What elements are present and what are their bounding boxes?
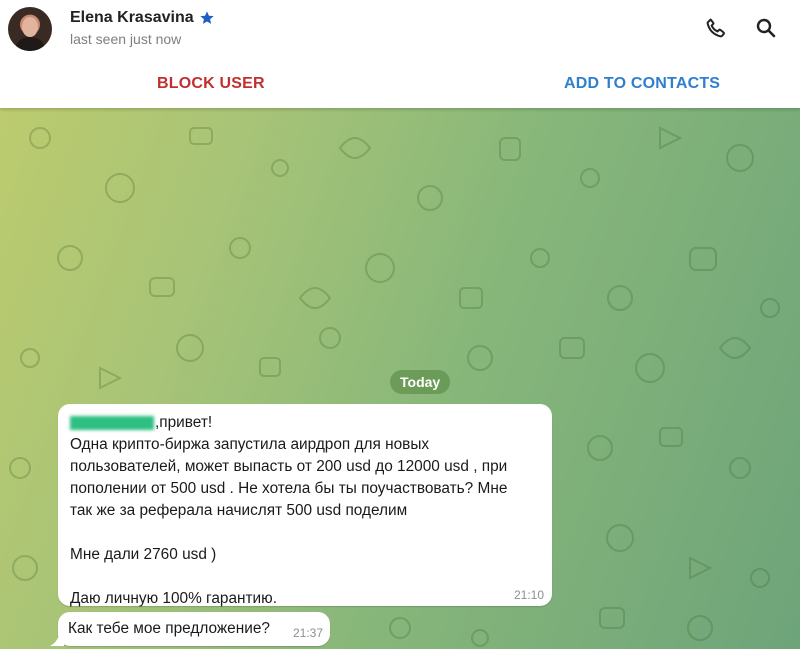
last-seen-status: last seen just now	[70, 31, 182, 47]
message-line: пользователей, может выпасть от 200 usd …	[70, 458, 508, 475]
redacted-name	[70, 415, 154, 430]
bubble-tail	[50, 632, 64, 646]
message-line: пополении от 500 usd . Не хотела бы ты п…	[70, 480, 508, 497]
message-line	[70, 566, 540, 588]
message-line: Одна крипто-биржа запустила аирдроп для …	[70, 436, 430, 453]
block-user-button[interactable]: BLOCK USER	[157, 75, 265, 93]
message-line: Мне дали 2760 usd )	[70, 546, 217, 563]
message-time: 21:37	[292, 626, 323, 640]
message-bubble[interactable]: Как тебе мое предложение? 21:37	[58, 612, 330, 646]
date-separator: Today	[390, 370, 451, 394]
message-line: так же за реферала начислят 500 usd поде…	[70, 502, 408, 519]
message-line: ,привет!	[70, 412, 540, 434]
message-time: 21:10	[513, 588, 544, 602]
message-text: Как тебе мое предложение?	[68, 620, 270, 637]
contact-title[interactable]: Elena Krasavina	[70, 9, 215, 27]
avatar-face	[22, 17, 38, 37]
chat-header: Elena Krasavina last seen just now	[0, 0, 800, 60]
message-line: Даю личную 100% гарантию.	[70, 590, 277, 607]
contact-name: Elena Krasavina	[70, 9, 194, 26]
action-bar: BLOCK USER ADD TO CONTACTS	[0, 60, 800, 108]
avatar-body	[16, 37, 44, 51]
message-bubble[interactable]: ,привет! Одна крипто-биржа запустила аир…	[58, 404, 552, 607]
star-icon	[199, 11, 214, 24]
phone-icon[interactable]	[704, 16, 728, 40]
avatar[interactable]	[8, 7, 52, 51]
search-icon[interactable]	[754, 16, 778, 40]
chat-area[interactable]: Today ,привет! Одна крипто-биржа запусти…	[0, 108, 800, 649]
add-to-contacts-button[interactable]: ADD TO CONTACTS	[564, 75, 720, 93]
message-line	[70, 522, 540, 544]
